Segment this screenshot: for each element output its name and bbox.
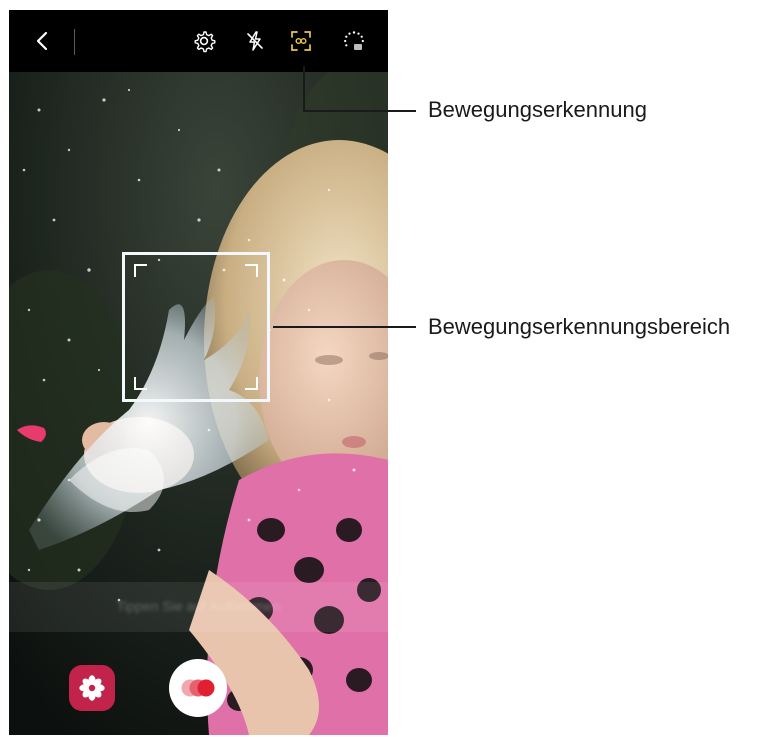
flash-off-icon[interactable] <box>242 28 268 54</box>
toolbar-divider <box>74 29 75 55</box>
hint-bar: Tippen Sie auf Aufnehmen <box>9 582 388 632</box>
detection-corner-marks <box>134 264 258 390</box>
gear-icon[interactable] <box>191 28 217 54</box>
effects-button[interactable] <box>69 665 115 711</box>
flower-icon <box>79 675 105 701</box>
callout-motion-detection-area: Bewegungserkennungsbereich <box>428 314 731 339</box>
motion-detection-area[interactable] <box>122 252 270 402</box>
motion-detection-icon[interactable] <box>288 28 314 54</box>
chevron-left-icon[interactable] <box>30 28 56 54</box>
super-slow-mo-record-icon <box>181 679 215 697</box>
callout-line-detection-area <box>273 326 416 328</box>
timer-icon[interactable] <box>341 28 367 54</box>
camera-screen: Tippen Sie auf Aufnehmen <box>9 10 388 735</box>
callout-line-motion-detection-vertical <box>303 66 305 112</box>
camera-top-bar <box>9 10 388 72</box>
callout-motion-detection: Bewegungserkennung <box>428 97 647 122</box>
record-button[interactable] <box>169 659 227 717</box>
callout-line-motion-detection-horizontal <box>303 110 416 112</box>
hint-text: Tippen Sie auf Aufnehmen <box>116 598 281 614</box>
